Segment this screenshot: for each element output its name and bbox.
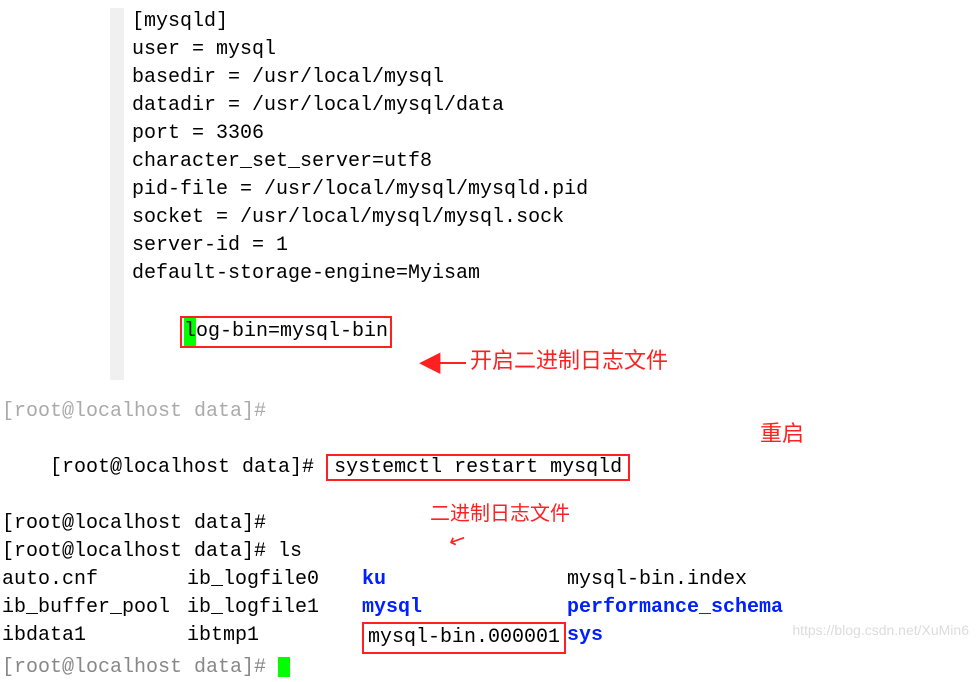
terminal-line[interactable]: [root@localhost data]# systemctl restart…: [2, 426, 979, 510]
config-line: basedir = /usr/local/mysql: [132, 64, 979, 92]
terminal-line-cut: [root@localhost data]#: [2, 398, 979, 426]
cursor-icon: [278, 657, 290, 677]
annotation-enable-binlog: ◀ 开启二进制日志文件: [420, 345, 668, 381]
annotation-text: 开启二进制日志文件: [470, 348, 668, 379]
arrow-left-icon: ◀: [420, 345, 440, 381]
config-line: pid-file = /usr/local/mysql/mysqld.pid: [132, 176, 979, 204]
editor-gutter: [110, 8, 124, 380]
ls-item-boxed: mysql-bin.000001: [362, 622, 567, 654]
prompt: [root@localhost data]#: [50, 456, 326, 479]
config-line: default-storage-engine=Myisam: [132, 260, 979, 288]
ls-item: mysql-bin.index: [567, 566, 979, 594]
prompt: [root@localhost data]#: [2, 512, 278, 535]
highlighted-text: og-bin=mysql-bin: [196, 320, 388, 343]
command-box: systemctl restart mysqld: [326, 454, 630, 481]
annotation-restart: 重启: [760, 421, 804, 452]
highlight-box: mysql-bin.000001: [362, 622, 566, 654]
config-line: server-id = 1: [132, 232, 979, 260]
config-line: [mysqld]: [132, 8, 979, 36]
config-line: port = 3306: [132, 120, 979, 148]
ls-item-dir: ku: [362, 566, 567, 594]
cursor-char: l: [184, 318, 196, 346]
config-line: character_set_server=utf8: [132, 148, 979, 176]
command-text: ls: [278, 540, 302, 563]
watermark-text: https://blog.csdn.net/XuMin6: [792, 621, 969, 641]
highlight-box: log-bin=mysql-bin: [180, 316, 392, 348]
config-line: datadir = /usr/local/mysql/data: [132, 92, 979, 120]
terminal-line-cut: [root@localhost data]#: [2, 654, 979, 682]
config-file-view: [mysqld] user = mysql basedir = /usr/loc…: [0, 0, 979, 376]
annotation-binlog-file: 二进制日志文件: [430, 502, 570, 530]
ls-item-dir: mysql: [362, 594, 567, 622]
ls-item-dir: performance_schema: [567, 594, 979, 622]
config-line: socket = /usr/local/mysql/mysql.sock: [132, 204, 979, 232]
ls-item: ib_logfile0: [187, 566, 362, 594]
ls-item: ib_buffer_pool: [2, 594, 187, 622]
ls-item: ibdata1: [2, 622, 187, 654]
config-line: user = mysql: [132, 36, 979, 64]
terminal-line[interactable]: [root@localhost data]# ls: [2, 538, 979, 566]
prompt: [root@localhost data]#: [2, 540, 278, 563]
arrow-line: [438, 362, 466, 364]
ls-item: ibtmp1: [187, 622, 362, 654]
ls-item: auto.cnf: [2, 566, 187, 594]
ls-item: ib_logfile1: [187, 594, 362, 622]
